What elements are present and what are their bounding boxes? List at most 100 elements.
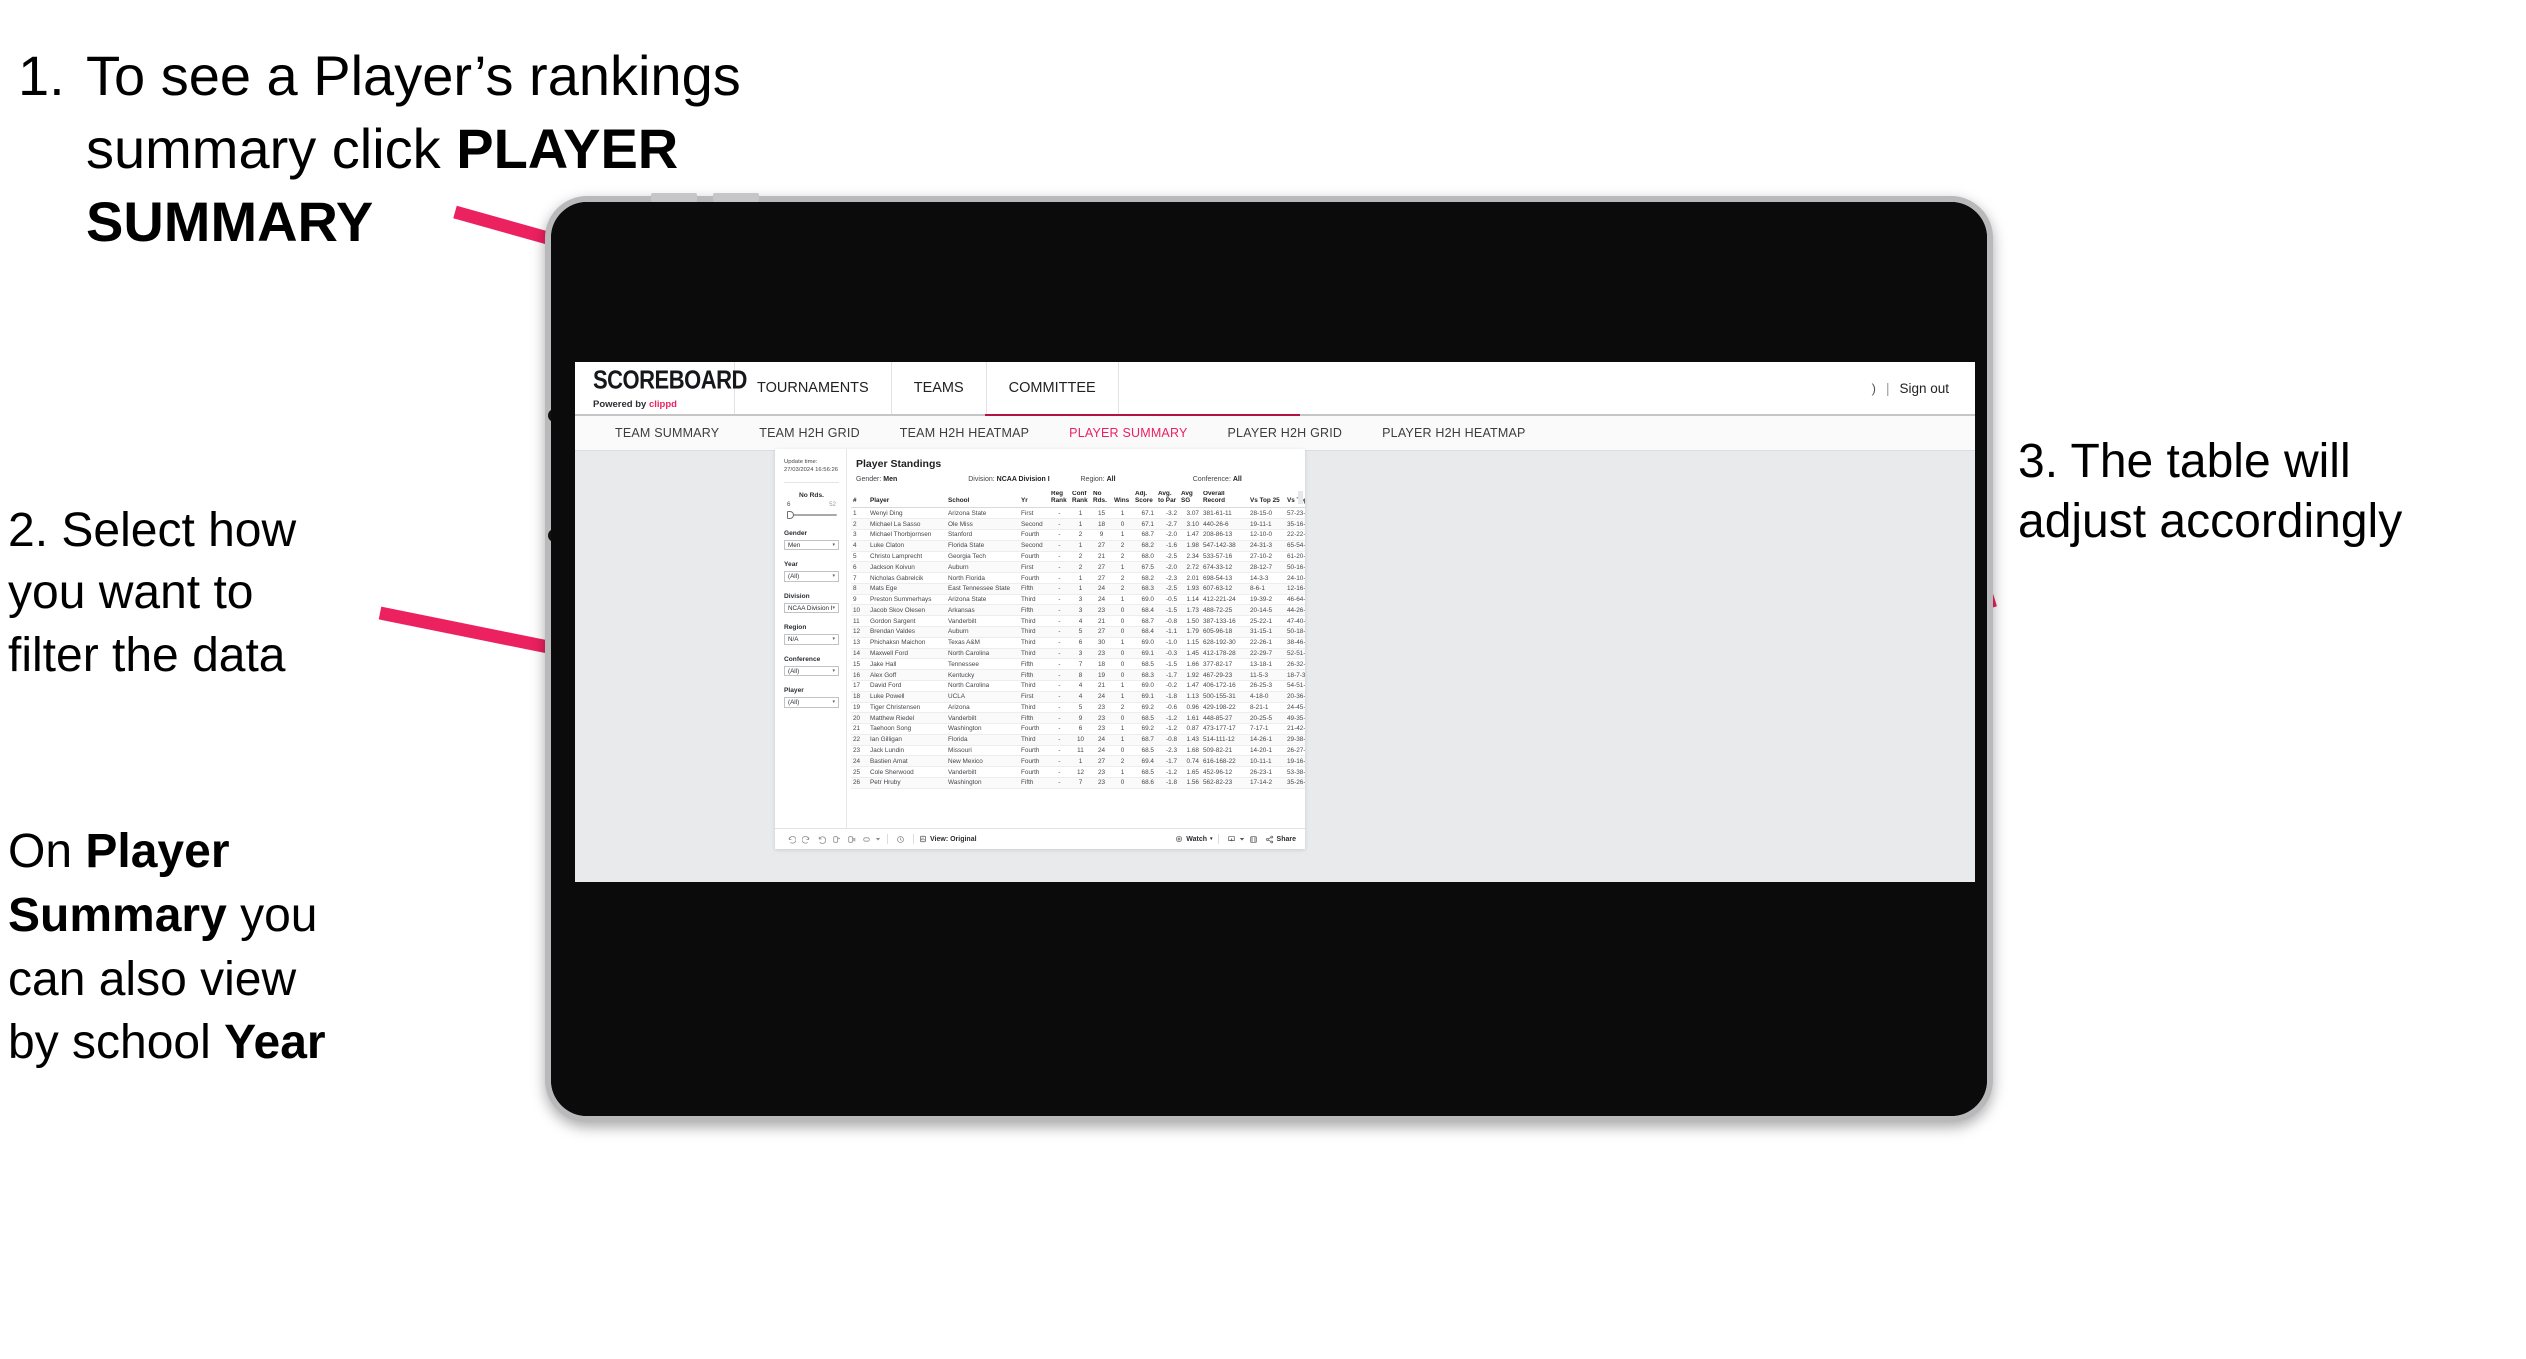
division-select[interactable]: NCAA Division I ▾	[784, 602, 839, 614]
region-select[interactable]: N/A ▾	[784, 634, 839, 645]
table-row[interactable]: 2 Michael La Sasso Ole Miss Second -1 18 0 67.1…	[851, 518, 1305, 530]
table-row[interactable]: 12 Brendan Valdes Auburn Third -5 27 0 68.4 -1.1…	[851, 626, 1305, 638]
watch-button[interactable]: Watch ▾	[1175, 835, 1213, 843]
tab-team-h2h-heatmap[interactable]: TEAM H2H HEATMAP	[880, 426, 1049, 440]
table-row[interactable]: 9 Preston Summerhays Arizona State Third -3 2…	[851, 594, 1305, 606]
cell-overall_record: 412-221-24	[1201, 594, 1248, 606]
cell-avg_to_par: -0.6	[1156, 702, 1179, 714]
table-row[interactable]: 24 Bastien Amat New Mexico Fourth -1 27 2 69.4-…	[851, 755, 1305, 768]
tab-player-h2h-heatmap[interactable]: PLAYER H2H HEATMAP	[1362, 426, 1545, 440]
highlight-caret-icon[interactable]	[874, 836, 882, 842]
table-row[interactable]: 15 Jake Hall Tennessee Fifth -7 18 0 68.5 -1.5 1.…	[851, 658, 1305, 671]
table-row[interactable]: 11 Gordon Sargent Vanderbilt Third -4 21 0 68.7…	[851, 615, 1305, 628]
table-row[interactable]: 6 Jackson Koivun Auburn First -2 27 1 67.5 -2.0 2…	[851, 561, 1305, 574]
highlight-icon[interactable]	[859, 835, 874, 844]
column-header-yr[interactable]: Yr	[1019, 491, 1049, 509]
cell-yr: Third	[1019, 680, 1049, 692]
undo-icon[interactable]	[784, 835, 799, 844]
table-row[interactable]: 21 Taehoon Song Washington Fourth -6 23 1 69.2-…	[851, 723, 1305, 735]
column-header-adj_score[interactable]: Adj. Score	[1133, 491, 1156, 509]
cell-school: Ole Miss	[946, 518, 1019, 530]
refresh-icon[interactable]	[829, 835, 844, 844]
table-row[interactable]: 16 Alex Goff Kentucky Fifth -8 19 0 68.3 -1.7 1.9…	[851, 669, 1305, 681]
tab-player-h2h-grid[interactable]: PLAYER H2H GRID	[1208, 426, 1363, 440]
table-row[interactable]: 22 Ian Gilligan Florida Third -10 24 1 68.7 -0.8…	[851, 734, 1305, 746]
cell-wins: 2	[1112, 755, 1133, 768]
download-icon[interactable]	[1224, 835, 1239, 844]
fullscreen-icon[interactable]	[1246, 835, 1261, 844]
pause-auto-update-icon[interactable]	[893, 835, 908, 844]
tab-team-h2h-grid[interactable]: TEAM H2H GRID	[739, 426, 880, 440]
tab-player-summary[interactable]: PLAYER SUMMARY	[1049, 426, 1207, 440]
table-row[interactable]: 7 Nicholas Gabrelcik North Florida Fourth -1…	[851, 572, 1305, 584]
cell-avg_to_par: -1.2	[1156, 712, 1179, 725]
table-row[interactable]: 4 Luke Claton Florida State Second -1 27 2 68.2…	[851, 540, 1305, 552]
table-row[interactable]: 10 Jacob Skov Olesen Arkansas Fifth -3 23 0 68.…	[851, 604, 1305, 617]
filter-sidebar: Update time: 27/03/2024 16:56:26 No Rds.…	[775, 449, 847, 828]
cell-reg_rank: -	[1049, 551, 1070, 563]
revert-icon[interactable]	[814, 835, 829, 844]
cell-overall_record: 562-82-23	[1201, 777, 1248, 789]
column-header-reg_rank[interactable]: Reg Rank	[1049, 491, 1070, 509]
table-row[interactable]: 26 Petr Hruby Washington Fifth -7 23 0 68.6 -1.8…	[851, 777, 1305, 789]
cell-vs_top50: 29-38-2	[1285, 734, 1305, 746]
column-header-no_rds[interactable]: No Rds.	[1091, 491, 1112, 509]
cell-wins: 1	[1112, 680, 1133, 692]
cell-wins: 2	[1112, 572, 1133, 584]
player-select[interactable]: (All) ▾	[784, 697, 839, 708]
view-original-button[interactable]: View: Original	[919, 835, 977, 843]
table-row[interactable]: 14 Maxwell Ford North Carolina Third -3 23 0 69…	[851, 648, 1305, 660]
column-header-avg_sg[interactable]: Avg SG	[1179, 491, 1201, 509]
table-row[interactable]: 8 Mats Ege East Tennessee State Fifth -1 24 2 6…	[851, 583, 1305, 595]
nav-item-teams[interactable]: TEAMS	[892, 362, 987, 414]
sign-out-link[interactable]: Sign out	[1899, 381, 1949, 396]
year-select[interactable]: (All) ▾	[784, 571, 839, 582]
table-row[interactable]: 17 David Ford North Carolina Third -4 21 1 69.0…	[851, 680, 1305, 692]
cell-vs_top50: 50-18-5	[1285, 626, 1305, 638]
vertical-scrollbar[interactable]	[1298, 491, 1303, 504]
share-button[interactable]: Share	[1265, 835, 1296, 844]
cell-avg_to_par: -2.7	[1156, 518, 1179, 530]
table-row[interactable]: 20 Matthew Riedel Vanderbilt Fifth -9 23 0 68.5…	[851, 712, 1305, 725]
cell-avg_to_par: -1.1	[1156, 626, 1179, 638]
table-row[interactable]: 1 Wenyi Ding Arizona State First -1 15 1 67.1 -3…	[851, 507, 1305, 520]
download-caret-icon[interactable]	[1239, 836, 1246, 842]
column-header-player[interactable]: Player	[868, 491, 946, 509]
table-row[interactable]: 19 Tiger Christensen Arizona Third -5 23 2 69.2…	[851, 702, 1305, 714]
tab-team-summary[interactable]: TEAM SUMMARY	[595, 426, 739, 440]
cell-reg_rank: -	[1049, 626, 1070, 638]
cell-wins: 1	[1112, 637, 1133, 649]
cell-avg_to_par: -1.6	[1156, 540, 1179, 552]
column-header-rank[interactable]: #	[851, 491, 868, 509]
column-header-avg_to_par[interactable]: Avg. to Par	[1156, 491, 1179, 509]
table-row[interactable]: 5 Christo Lamprecht Georgia Tech Fourth -2 21…	[851, 551, 1305, 563]
cell-overall_record: 616-168-22	[1201, 755, 1248, 768]
gender-select[interactable]: Men ▾	[784, 539, 839, 551]
cell-rank: 15	[851, 658, 868, 671]
pause-icon[interactable]	[844, 835, 859, 844]
brand-logo[interactable]: SCOREBOARD Powered by clippd	[575, 362, 747, 414]
conference-select[interactable]: (All) ▾	[784, 665, 839, 677]
filter-summary-row: Gender: Men Division: NCAA Division I Re…	[847, 476, 1305, 491]
redo-icon[interactable]	[799, 835, 814, 844]
column-header-school[interactable]: School	[946, 491, 1019, 509]
table-row[interactable]: 23 Jack Lundin Missouri Fourth -11 24 0 68.5 -2.…	[851, 745, 1305, 757]
no-rds-slider[interactable]	[784, 510, 839, 519]
column-header-vs_top25[interactable]: Vs Top 25	[1248, 491, 1285, 509]
column-header-wins[interactable]: Wins	[1112, 491, 1133, 509]
logo-powered-prefix: Powered by	[593, 398, 649, 410]
cell-no_rds: 23	[1091, 604, 1112, 617]
nav-item-committee[interactable]: COMMITTEE	[987, 362, 1119, 414]
gender-value: Men	[788, 541, 801, 549]
table-row[interactable]: 18 Luke Powell UCLA First -4 24 1 69.1 -1.8 1.13 5…	[851, 691, 1305, 703]
table-body: 1 Wenyi Ding Arizona State First -1 15 1 67.1 -3…	[851, 507, 1305, 789]
table-row[interactable]: 25 Cole Sherwood Vanderbilt Fourth -12 23 1 68.…	[851, 766, 1305, 778]
column-header-overall_record[interactable]: Overall Record	[1201, 491, 1248, 509]
cell-avg_to_par: -2.3	[1156, 745, 1179, 757]
table-row[interactable]: 13 Phichaksn Maichon Texas A&M Third -6 30 1 69…	[851, 637, 1305, 649]
nav-item-tournaments[interactable]: TOURNAMENTS	[735, 362, 892, 414]
table-row[interactable]: 3 Michael Thorbjornsen Stanford Fourth -2 9 1 6…	[851, 529, 1305, 541]
slider-handle[interactable]	[787, 510, 794, 519]
column-header-conf_rank[interactable]: Conf Rank	[1070, 491, 1091, 509]
cell-yr: First	[1019, 561, 1049, 574]
